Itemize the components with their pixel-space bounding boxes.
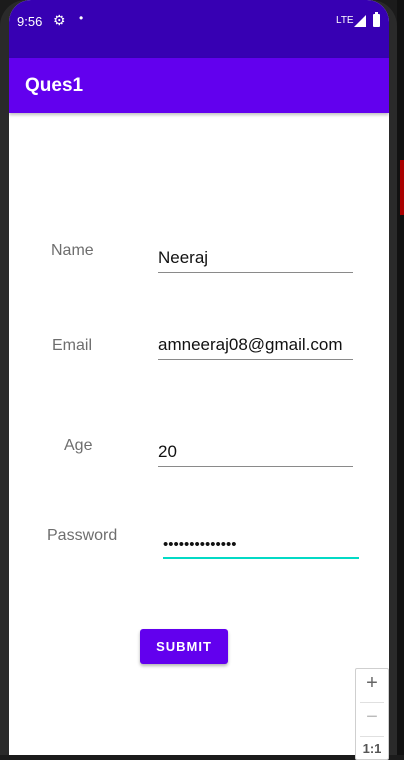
- zoom-divider: [360, 702, 384, 703]
- status-time: 9:56: [17, 14, 43, 29]
- notification-dot-icon: •: [79, 11, 84, 25]
- zoom-divider: [360, 736, 384, 737]
- app-screen: 9:56 ⚙ • LTE Ques1 Name Email Age Passwo…: [9, 0, 389, 755]
- window-edge: [397, 0, 404, 755]
- settings-gear-icon: ⚙: [53, 12, 66, 28]
- password-field[interactable]: [163, 536, 359, 559]
- app-bar: Ques1: [9, 58, 389, 113]
- age-label: Age: [64, 437, 93, 454]
- age-field[interactable]: [158, 442, 353, 467]
- name-label: Name: [51, 242, 94, 259]
- status-bar: 9:56 ⚙ • LTE: [9, 0, 389, 58]
- edge-accent: [400, 160, 404, 215]
- zoom-in-button[interactable]: +: [356, 672, 388, 695]
- battery-icon: [373, 12, 380, 27]
- email-label: Email: [52, 337, 93, 354]
- phone-frame: 9:56 ⚙ • LTE Ques1 Name Email Age Passwo…: [0, 0, 397, 755]
- app-title: Ques1: [25, 75, 84, 96]
- zoom-out-button[interactable]: −: [356, 706, 388, 729]
- zoom-reset-button[interactable]: 1:1: [356, 741, 388, 756]
- submit-button[interactable]: SUBMIT: [140, 629, 228, 664]
- signal-icon: [354, 15, 366, 27]
- password-label: Password: [47, 527, 118, 544]
- zoom-controls: + − 1:1: [355, 668, 389, 760]
- email-field[interactable]: [158, 335, 353, 360]
- network-type: LTE: [336, 15, 354, 26]
- name-field[interactable]: [158, 248, 353, 273]
